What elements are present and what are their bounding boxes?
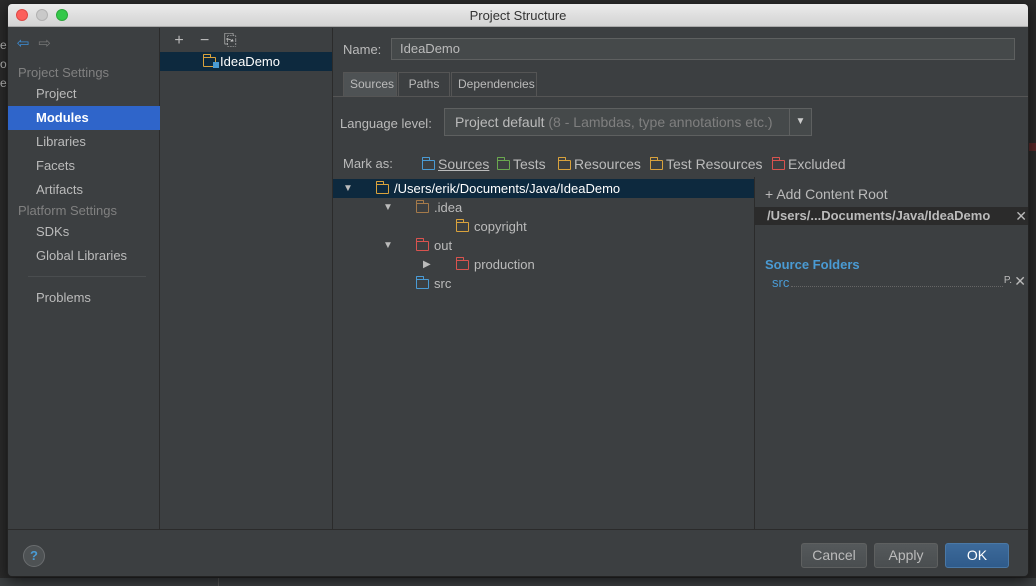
tree-row-copyright[interactable]: copyright bbox=[333, 217, 754, 236]
help-button[interactable]: ? bbox=[23, 545, 45, 567]
mark-as-excluded-button[interactable]: Excluded bbox=[771, 156, 846, 172]
tree-row-src[interactable]: src bbox=[333, 274, 754, 293]
language-level-hint: (8 - Lambdas, type annotations etc.) bbox=[548, 114, 773, 130]
ok-button[interactable]: OK bbox=[945, 543, 1009, 568]
module-badge-icon bbox=[213, 62, 219, 68]
source-folder-item[interactable]: src bbox=[772, 275, 789, 290]
sidebar-item-project[interactable]: Project bbox=[8, 82, 160, 106]
module-details: Name: IdeaDemo Sources Paths Dependencie… bbox=[333, 28, 1028, 529]
folder-icon bbox=[415, 238, 429, 251]
tree-row-idea[interactable]: ▼ .idea bbox=[333, 198, 754, 217]
mark-as-sources-button[interactable]: Sources bbox=[421, 156, 489, 172]
close-window-button[interactable] bbox=[16, 9, 28, 21]
mark-as-label: Mark as: bbox=[343, 156, 393, 171]
minimize-window-button[interactable] bbox=[36, 9, 48, 21]
dropdown-arrow-icon[interactable]: ▼ bbox=[789, 109, 811, 135]
folder-icon bbox=[415, 276, 429, 289]
dialog-button-bar: ? Cancel Apply OK bbox=[8, 529, 1028, 576]
name-field[interactable]: IdeaDemo bbox=[391, 38, 1015, 60]
test-resources-folder-icon bbox=[649, 157, 663, 171]
nav-arrows: ⇦ ⇨ bbox=[14, 36, 54, 52]
tree-row-out[interactable]: ▼ out bbox=[333, 236, 754, 255]
language-level-label: Language level: bbox=[340, 116, 432, 131]
add-icon[interactable]: + bbox=[168, 32, 190, 50]
add-content-root-label: Add Content Root bbox=[776, 186, 888, 202]
bg-divider bbox=[218, 578, 219, 586]
tree-label: copyright bbox=[474, 219, 527, 234]
expanded-arrow-icon[interactable]: ▼ bbox=[383, 236, 393, 255]
maximize-window-button[interactable] bbox=[56, 9, 68, 21]
name-label: Name: bbox=[343, 42, 382, 57]
tree-label: .idea bbox=[434, 200, 463, 215]
sources-folder-icon bbox=[421, 157, 435, 171]
remove-icon[interactable]: − bbox=[194, 32, 216, 50]
cancel-button[interactable]: Cancel bbox=[801, 543, 867, 568]
window-title: Project Structure bbox=[469, 8, 567, 23]
tree-row-production[interactable]: ▶ production bbox=[333, 255, 754, 274]
modules-panel: + − ⎘ IdeaDemo bbox=[160, 28, 333, 529]
copy-icon[interactable]: ⎘ bbox=[219, 32, 241, 50]
section-platform-settings: Platform Settings bbox=[18, 203, 117, 218]
bg-status-bar bbox=[0, 578, 1036, 586]
sidebar-item-global-libraries[interactable]: Global Libraries bbox=[8, 244, 160, 268]
tab-sources[interactable]: Sources bbox=[343, 72, 397, 96]
content-root-path-label: /Users/...Documents/Java/IdeaDemo bbox=[767, 208, 991, 223]
module-label: IdeaDemo bbox=[220, 54, 280, 69]
add-content-root-button[interactable]: + Add Content Root bbox=[765, 186, 888, 202]
sidebar-item-facets[interactable]: Facets bbox=[8, 154, 160, 178]
package-prefix-icon[interactable]: P. bbox=[1004, 275, 1012, 286]
excluded-folder-icon bbox=[771, 157, 785, 171]
content-root-path: /Users/...Documents/Java/IdeaDemo ✕ bbox=[755, 207, 1028, 225]
tab-paths[interactable]: Paths bbox=[398, 72, 450, 96]
settings-sidebar: ⇦ ⇨ Project Settings Project Modules Lib… bbox=[8, 28, 160, 529]
forward-arrow-icon[interactable]: ⇨ bbox=[36, 36, 54, 52]
sidebar-item-modules[interactable]: Modules bbox=[8, 106, 160, 130]
add-icon: + bbox=[765, 186, 774, 202]
section-project-settings: Project Settings bbox=[18, 65, 110, 80]
tree-row-root[interactable]: ▼ /Users/erik/Documents/Java/IdeaDemo bbox=[333, 179, 754, 198]
folder-icon bbox=[415, 200, 429, 213]
title-bar: Project Structure bbox=[8, 4, 1028, 27]
source-folder-leader bbox=[791, 286, 1003, 287]
sidebar-item-artifacts[interactable]: Artifacts bbox=[8, 178, 160, 202]
expanded-arrow-icon[interactable]: ▼ bbox=[343, 179, 353, 198]
tab-dependencies[interactable]: Dependencies bbox=[451, 72, 537, 96]
content-root-details: + Add Content Root /Users/...Documents/J… bbox=[754, 177, 1028, 529]
collapsed-arrow-icon[interactable]: ▶ bbox=[423, 255, 431, 274]
folder-icon bbox=[375, 181, 389, 194]
tests-folder-icon bbox=[496, 157, 510, 171]
module-item-ideademo[interactable]: IdeaDemo bbox=[160, 52, 332, 71]
mark-as-test-resources-button[interactable]: Test Resources bbox=[649, 156, 762, 172]
sidebar-divider bbox=[28, 276, 146, 277]
tree-label: /Users/erik/Documents/Java/IdeaDemo bbox=[394, 181, 621, 196]
close-icon[interactable]: ✕ bbox=[1015, 207, 1027, 225]
close-icon[interactable]: ✕ bbox=[1014, 273, 1026, 290]
sidebar-item-libraries[interactable]: Libraries bbox=[8, 130, 160, 154]
content-root-tree: ▼ /Users/erik/Documents/Java/IdeaDemo ▼ … bbox=[333, 177, 754, 529]
tree-label: production bbox=[474, 257, 535, 272]
sidebar-item-problems[interactable]: Problems bbox=[8, 286, 160, 310]
mark-as-resources-button[interactable]: Resources bbox=[557, 156, 641, 172]
source-folders-heading: Source Folders bbox=[765, 257, 860, 272]
tab-divider bbox=[333, 96, 1028, 97]
language-level-select[interactable]: Project default (8 - Lambdas, type annot… bbox=[444, 108, 812, 136]
back-arrow-icon[interactable]: ⇦ bbox=[14, 36, 32, 52]
language-level-value: Project default bbox=[455, 114, 545, 130]
modules-toolbar: + − ⎘ bbox=[168, 32, 241, 50]
sidebar-item-sdks[interactable]: SDKs bbox=[8, 220, 160, 244]
tree-label: out bbox=[434, 238, 453, 253]
project-structure-dialog: Project Structure ⇦ ⇨ Project Settings P… bbox=[7, 3, 1029, 577]
resources-folder-icon bbox=[557, 157, 571, 171]
mark-as-tests-button[interactable]: Tests bbox=[496, 156, 546, 172]
apply-button[interactable]: Apply bbox=[874, 543, 938, 568]
folder-icon bbox=[455, 257, 469, 270]
folder-icon bbox=[455, 219, 469, 232]
expanded-arrow-icon[interactable]: ▼ bbox=[383, 198, 393, 217]
tree-label: src bbox=[434, 276, 452, 291]
